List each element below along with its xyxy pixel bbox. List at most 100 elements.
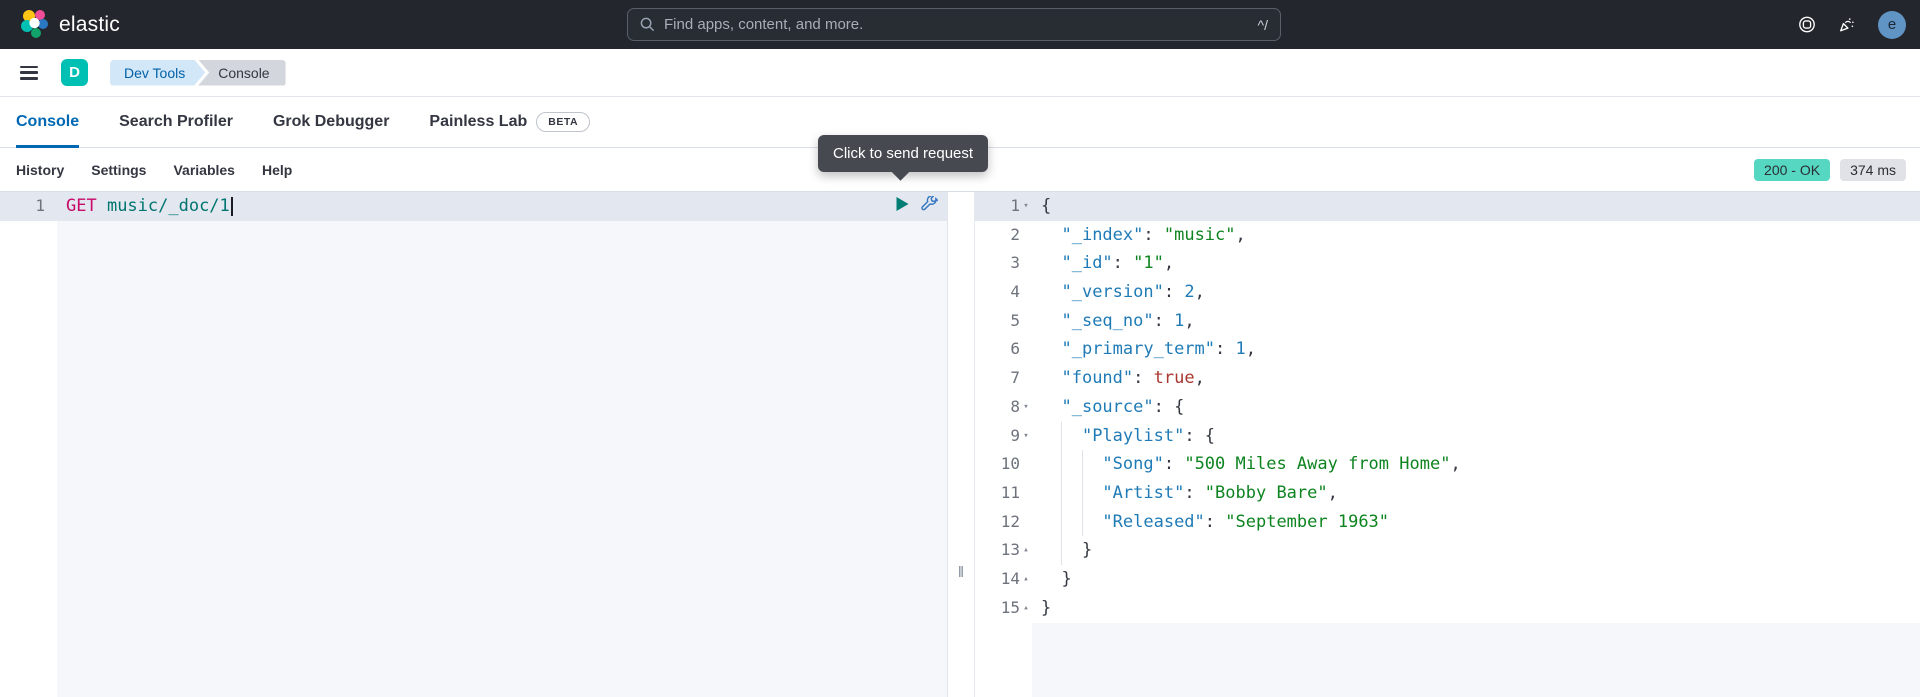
code-text[interactable]: "_primary_term": 1,: [1032, 335, 1920, 364]
line-number: 5: [975, 307, 1020, 336]
code-line[interactable]: 11 "Artist": "Bobby Bare",: [975, 479, 1920, 508]
fold-toggle-icon[interactable]: ▾: [1020, 422, 1032, 451]
panel-resizer[interactable]: ‖: [948, 192, 975, 697]
code-line[interactable]: 1 GET music/_doc/1: [0, 192, 947, 221]
fold-toggle-icon[interactable]: ▴: [1020, 594, 1032, 623]
code-line[interactable]: 15▴}: [975, 594, 1920, 623]
code-text[interactable]: }: [1032, 594, 1920, 623]
indent-guide: [1061, 479, 1062, 508]
code-text[interactable]: }: [1032, 565, 1920, 594]
line-number: 14: [975, 565, 1020, 594]
request-editor[interactable]: 1 GET music/_doc/1: [0, 192, 947, 221]
menu-history[interactable]: History: [16, 162, 64, 178]
fold-toggle-icon[interactable]: ▴: [1020, 565, 1032, 594]
fold-toggle-icon[interactable]: ▾: [1020, 192, 1032, 221]
tab-grok-debugger[interactable]: Grok Debugger: [273, 97, 389, 147]
code-line[interactable]: 9▾ "Playlist": {: [975, 422, 1920, 451]
tab-console[interactable]: Console: [16, 97, 79, 147]
code-text[interactable]: "_index": "music",: [1032, 221, 1920, 250]
breadcrumb-dev-tools[interactable]: Dev Tools: [110, 60, 205, 86]
top-header: elastic ^/ e: [0, 0, 1920, 49]
fold-toggle-icon[interactable]: ▾: [1020, 393, 1032, 422]
line-number: 15: [975, 594, 1020, 623]
code-text[interactable]: "Playlist": {: [1032, 422, 1920, 451]
send-request-tooltip: Click to send request: [818, 135, 988, 172]
code-line[interactable]: 13▴ }: [975, 536, 1920, 565]
status-badge: 200 - OK: [1754, 159, 1830, 181]
response-time-badge: 374 ms: [1840, 159, 1906, 181]
line-number: 1: [975, 192, 1020, 221]
code-line[interactable]: 7 "found": true,: [975, 364, 1920, 393]
elastic-logo-icon: [20, 9, 50, 41]
fold-spacer: [1020, 221, 1032, 250]
code-text[interactable]: "found": true,: [1032, 364, 1920, 393]
fold-spacer: [1020, 278, 1032, 307]
code-text[interactable]: "_source": {: [1032, 393, 1920, 422]
global-search[interactable]: ^/: [627, 8, 1281, 41]
line-number: 9: [975, 422, 1020, 451]
elastic-logo[interactable]: elastic: [20, 9, 120, 41]
indent-guide: [1061, 422, 1062, 451]
code-text[interactable]: "Artist": "Bobby Bare",: [1032, 479, 1920, 508]
fold-spacer: [45, 192, 57, 221]
request-editor-panel[interactable]: 1 GET music/_doc/1: [0, 192, 948, 697]
line-number: 4: [975, 278, 1020, 307]
response-viewer[interactable]: 1▾{2 "_index": "music",3 "_id": "1",4 "_…: [975, 192, 1920, 622]
breadcrumb: Dev Tools Console: [110, 60, 286, 86]
fold-spacer: [1020, 249, 1032, 278]
line-number: 13: [975, 536, 1020, 565]
indent-guide: [1061, 536, 1062, 565]
console-editors: 1GET music/_doc/1 ‖ 1▾{2 "_index": "musi…: [0, 192, 1920, 697]
logo-wordmark: elastic: [59, 13, 120, 37]
code-line[interactable]: 1▾{: [975, 192, 1920, 221]
search-input[interactable]: [664, 16, 1258, 33]
code-text[interactable]: "_version": 2,: [1032, 278, 1920, 307]
code-line[interactable]: 3 "_id": "1",: [975, 249, 1920, 278]
code-line[interactable]: 8▾ "_source": {: [975, 393, 1920, 422]
code-text[interactable]: "_seq_no": 1,: [1032, 307, 1920, 336]
line-number: 1: [0, 192, 45, 221]
code-line[interactable]: 4 "_version": 2,: [975, 278, 1920, 307]
code-line[interactable]: 5 "_seq_no": 1,: [975, 307, 1920, 336]
line-number: 7: [975, 364, 1020, 393]
code-text[interactable]: "Released": "September 1963": [1032, 508, 1920, 537]
newsfeed-icon[interactable]: [1838, 16, 1856, 34]
send-request-button[interactable]: [893, 195, 911, 213]
request-gutter: [0, 192, 57, 697]
wrench-icon[interactable]: [920, 195, 938, 213]
search-shortcut-hint: ^/: [1258, 17, 1268, 33]
line-number: 2: [975, 221, 1020, 250]
code-text[interactable]: "Song": "500 Miles Away from Home",: [1032, 450, 1920, 479]
help-icon[interactable]: [1798, 16, 1816, 34]
code-line[interactable]: 12 "Released": "September 1963": [975, 508, 1920, 537]
code-line[interactable]: 6 "_primary_term": 1,: [975, 335, 1920, 364]
menu-help[interactable]: Help: [262, 162, 292, 178]
line-number: 12: [975, 508, 1020, 537]
fold-spacer: [1020, 450, 1032, 479]
text-cursor: [231, 197, 233, 216]
menu-variables[interactable]: Variables: [173, 162, 235, 178]
code-text[interactable]: }: [1032, 536, 1920, 565]
fold-spacer: [1020, 479, 1032, 508]
code-line[interactable]: 2 "_index": "music",: [975, 221, 1920, 250]
breadcrumb-console: Console: [198, 60, 285, 86]
tab-search-profiler[interactable]: Search Profiler: [119, 97, 233, 147]
fold-toggle-icon[interactable]: ▴: [1020, 536, 1032, 565]
code-line[interactable]: 10 "Song": "500 Miles Away from Home",: [975, 450, 1920, 479]
space-badge[interactable]: D: [61, 59, 88, 86]
line-number: 3: [975, 249, 1020, 278]
code-line[interactable]: 14▴ }: [975, 565, 1920, 594]
indent-guide: [1061, 508, 1062, 537]
code-text[interactable]: "_id": "1",: [1032, 249, 1920, 278]
user-avatar[interactable]: e: [1878, 11, 1906, 39]
code-text[interactable]: {: [1032, 192, 1920, 221]
indent-guide: [1061, 450, 1062, 479]
breadcrumb-bar: D Dev Tools Console: [0, 49, 1920, 97]
indent-guide: [1082, 479, 1083, 508]
menu-icon[interactable]: [20, 66, 38, 80]
menu-settings[interactable]: Settings: [91, 162, 146, 178]
response-viewer-panel[interactable]: 1▾{2 "_index": "music",3 "_id": "1",4 "_…: [975, 192, 1920, 697]
tab-painless-lab[interactable]: Painless Lab BETA: [429, 97, 590, 147]
fold-spacer: [1020, 335, 1032, 364]
code-text[interactable]: GET music/_doc/1: [57, 192, 947, 221]
